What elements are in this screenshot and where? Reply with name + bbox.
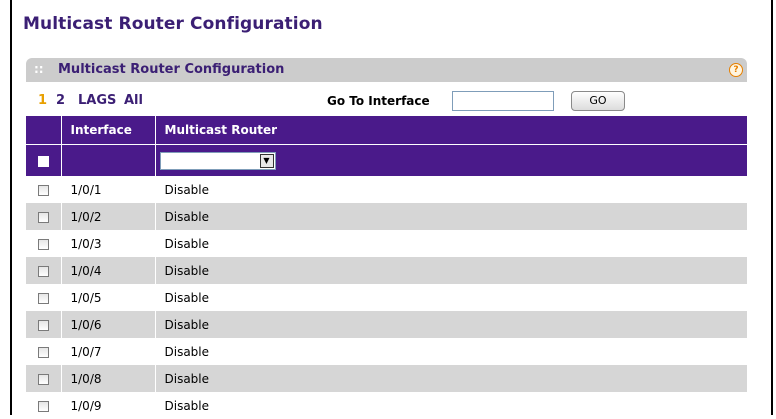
interface-cell: 1/0/5: [61, 284, 156, 311]
row-checkbox[interactable]: [37, 292, 49, 304]
interface-cell: 1/0/3: [61, 230, 156, 257]
select-column-header: [26, 116, 62, 145]
row-checkbox[interactable]: [37, 211, 49, 223]
table-row: 1/0/1 Disable: [26, 176, 747, 203]
multicast-router-cell: Disable: [155, 284, 747, 311]
multicast-router-column-header: Multicast Router: [155, 116, 747, 145]
interface-cell: 1/0/7: [61, 338, 156, 365]
multicast-router-table: Interface Multicast Router ▼ 1/0/1 Disabl…: [26, 116, 747, 419]
row-checkbox[interactable]: [37, 346, 49, 358]
multicast-router-cell: Disable: [155, 311, 747, 338]
nav-link-unit-2[interactable]: 2: [56, 93, 65, 108]
row-checkbox[interactable]: [37, 373, 49, 385]
right-frame-border: [771, 0, 773, 415]
row-checkbox[interactable]: [37, 400, 49, 412]
row-checkbox[interactable]: [37, 184, 49, 196]
page-title: Multicast Router Configuration: [23, 14, 323, 34]
multicast-router-cell: Disable: [155, 203, 747, 230]
table-row: 1/0/7 Disable: [26, 338, 747, 365]
table-header-row: Interface Multicast Router: [26, 116, 747, 145]
help-icon[interactable]: ?: [729, 63, 743, 77]
go-to-interface-label: Go To Interface: [327, 94, 430, 108]
panel-header: :: Multicast Router Configuration ?: [26, 58, 747, 82]
go-button[interactable]: GO: [571, 91, 625, 111]
multicast-router-cell: Disable: [155, 176, 747, 203]
nav-link-lags[interactable]: LAGS: [78, 93, 116, 108]
interface-cell: 1/0/2: [61, 203, 156, 230]
multicast-router-filter-cell: ▼: [155, 144, 747, 176]
row-checkbox[interactable]: [37, 238, 49, 250]
row-checkbox[interactable]: [37, 265, 49, 277]
go-to-interface-input[interactable]: [452, 91, 554, 111]
select-all-cell: [26, 144, 62, 176]
table-row: 1/0/3 Disable: [26, 230, 747, 257]
nav-link-all[interactable]: All: [124, 93, 143, 108]
row-select-cell: [26, 311, 62, 338]
interface-cell: 1/0/1: [61, 176, 156, 203]
left-frame-border: [10, 0, 12, 415]
table-row: 1/0/6 Disable: [26, 311, 747, 338]
interface-cell: 1/0/8: [61, 365, 156, 392]
multicast-router-select[interactable]: ▼: [159, 152, 276, 171]
row-select-cell: [26, 230, 62, 257]
multicast-router-cell: Disable: [155, 365, 747, 392]
select-all-checkbox[interactable]: [37, 156, 49, 167]
interface-cell: 1/0/4: [61, 257, 156, 284]
row-select-cell: [26, 176, 62, 203]
row-select-cell: [26, 338, 62, 365]
chevron-down-icon[interactable]: ▼: [259, 154, 274, 169]
table-row: 1/0/8 Disable: [26, 365, 747, 392]
table-body: 1/0/1 Disable 1/0/2 Disable 1/0/3 Disable 1/0/…: [26, 176, 747, 419]
row-select-cell: [26, 284, 62, 311]
drag-handle-icon: ::: [34, 62, 44, 76]
table-filter-row: ▼: [26, 144, 747, 176]
multicast-router-cell: Disable: [155, 257, 747, 284]
multicast-router-cell: Disable: [155, 338, 747, 365]
table-row: 1/0/4 Disable: [26, 257, 747, 284]
interface-nav-row: 1 2 LAGS All Go To Interface GO: [26, 86, 747, 114]
panel-title: Multicast Router Configuration: [58, 62, 285, 77]
row-select-cell: [26, 203, 62, 230]
interface-column-header: Interface: [61, 116, 156, 145]
table-row: 1/0/2 Disable: [26, 203, 747, 230]
nav-link-unit-1[interactable]: 1: [38, 93, 47, 108]
multicast-router-cell: Disable: [155, 230, 747, 257]
interface-filter-cell: [61, 144, 156, 176]
row-checkbox[interactable]: [37, 319, 49, 331]
interface-cell: 1/0/6: [61, 311, 156, 338]
row-select-cell: [26, 257, 62, 284]
row-select-cell: [26, 365, 62, 392]
table-row: 1/0/5 Disable: [26, 284, 747, 311]
